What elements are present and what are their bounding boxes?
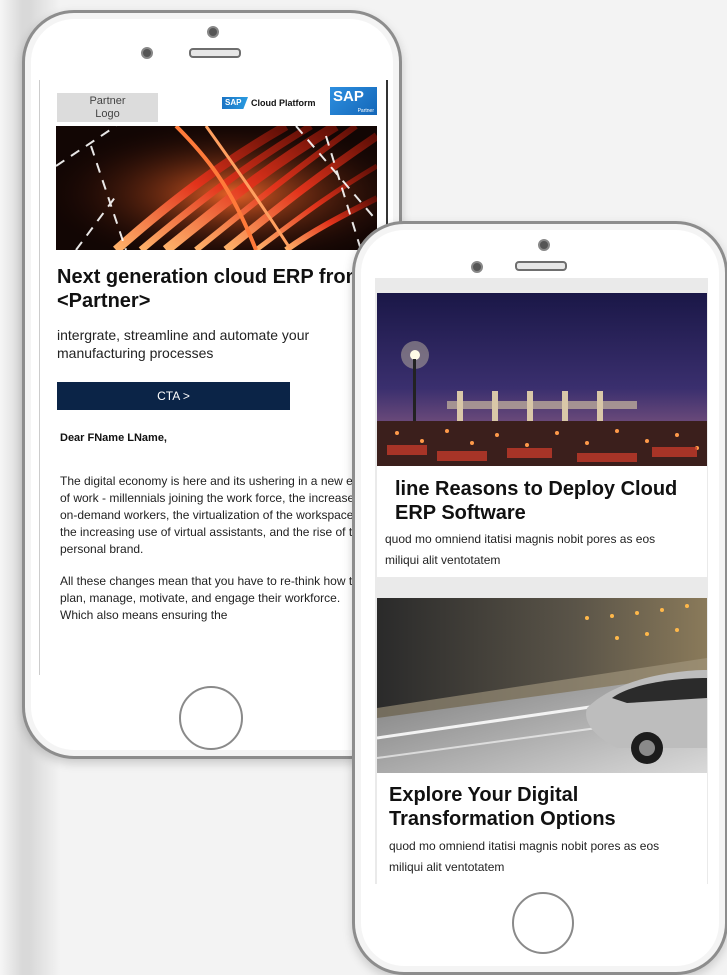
front-camera-icon: [471, 261, 483, 273]
home-button[interactable]: [179, 686, 243, 750]
article-card[interactable]: Explore Your Digital Transformation Opti…: [377, 598, 707, 884]
car-in-tunnel-photo: [377, 598, 707, 773]
light-trails-photo: [56, 126, 377, 250]
cloud-platform-label: Cloud Platform: [251, 98, 316, 108]
sap-partner-logo: SAP Partner: [330, 87, 377, 115]
partner-logo-label: Partner Logo: [89, 95, 126, 120]
articles-screen: line Reasons to Deploy Cloud ERP Softwar…: [375, 278, 708, 884]
home-button[interactable]: [512, 892, 574, 954]
email-headline: Next generation cloud ERP from <Partner>: [57, 266, 364, 312]
email-screen: Partner Logo SAP Cloud Platform SAP Part…: [39, 80, 388, 675]
body-paragraph-2: All these changes mean that you have to …: [60, 574, 372, 622]
sensor-icon: [538, 239, 550, 251]
sap-cloud-platform-logo: SAP Cloud Platform: [222, 97, 316, 109]
night-harbor-image: [377, 293, 707, 466]
body-paragraph-1: The digital economy is here and its ushe…: [60, 474, 367, 556]
phone-mockup-articles: line Reasons to Deploy Cloud ERP Softwar…: [352, 221, 727, 975]
hero-image-light-trails: [56, 126, 377, 250]
article-title[interactable]: Explore Your Digital Transformation Opti…: [389, 783, 707, 831]
sensor-icon: [207, 26, 219, 38]
speaker-grille: [189, 48, 241, 58]
night-harbor-photo: [377, 293, 707, 466]
partner-logo-placeholder: Partner Logo: [57, 93, 158, 122]
sap-partner-logo-subtext: Partner: [357, 108, 374, 114]
email-subheadline: intergrate, streamline and automate your…: [57, 327, 310, 361]
car-tunnel-image: [377, 598, 707, 773]
sap-mini-logo: SAP: [222, 97, 248, 109]
speaker-grille: [515, 261, 567, 271]
greeting-text: Dear FName LName,: [60, 432, 167, 444]
cta-button[interactable]: CTA >: [57, 382, 290, 410]
article-snippet: quod mo omniend itatisi magnis nobit por…: [385, 532, 656, 567]
front-camera-icon: [141, 47, 153, 59]
article-card[interactable]: line Reasons to Deploy Cloud ERP Softwar…: [377, 293, 707, 577]
sap-partner-logo-text: SAP: [333, 88, 364, 105]
phone-mockup-email: Partner Logo SAP Cloud Platform SAP Part…: [22, 10, 402, 759]
article-title[interactable]: line Reasons to Deploy Cloud ERP Softwar…: [395, 477, 707, 525]
article-snippet: quod mo omniend itatisi magnis nobit por…: [389, 839, 660, 874]
